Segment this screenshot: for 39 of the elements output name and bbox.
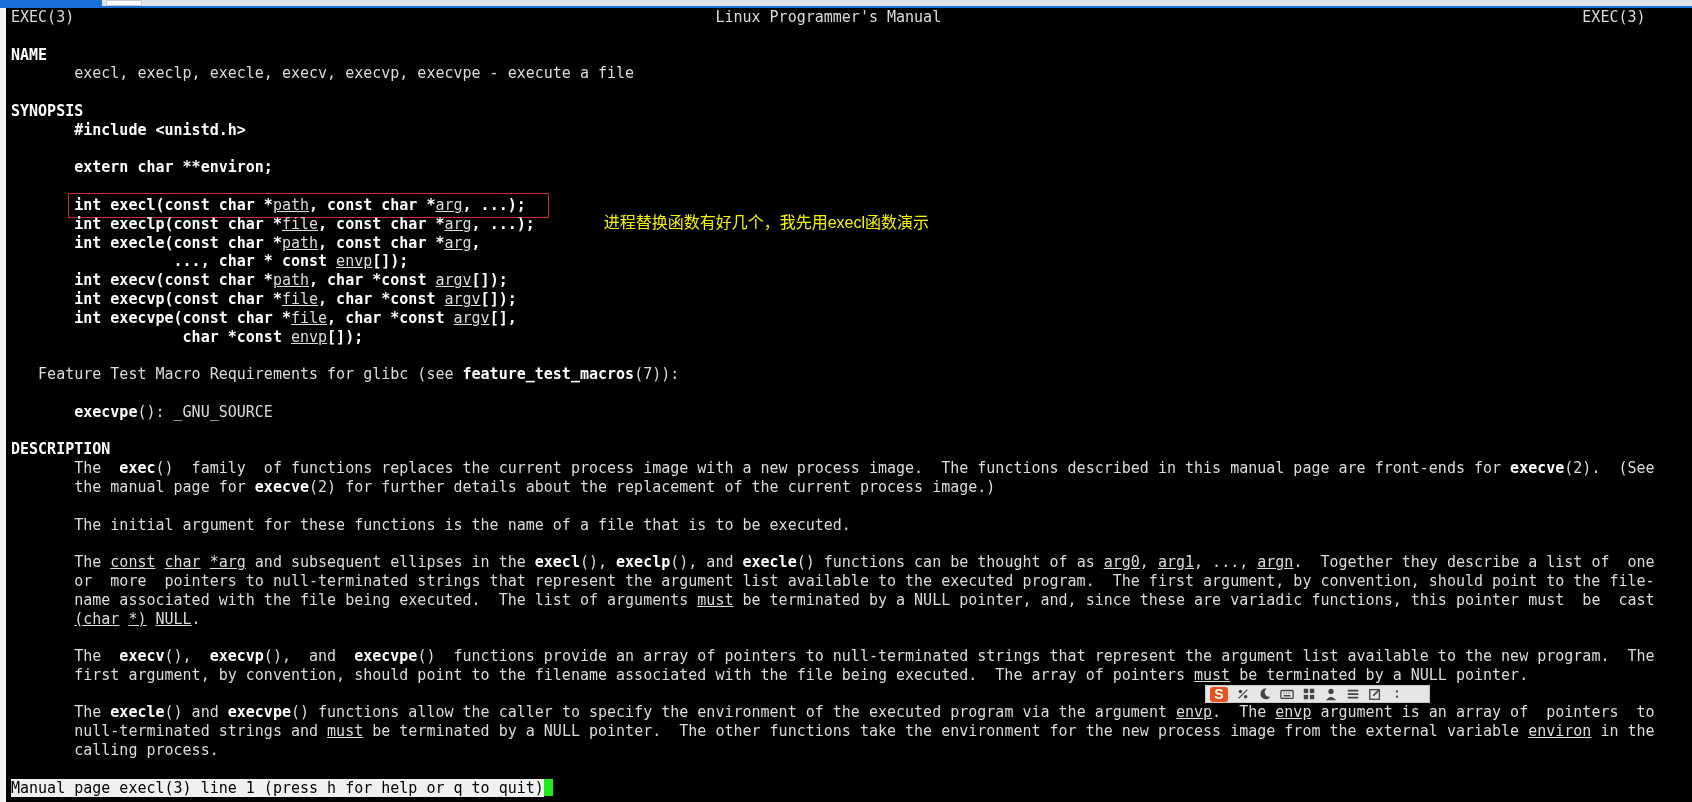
text-line: name associated with the file being executed. The list of arguments must be terminated by a NULL pointer, and, since these are variadic functions, this pointer must be cast	[74, 590, 1655, 609]
text-cursor	[543, 778, 553, 796]
text-line: The const char *arg and subsequent ellipses in the execl(), execlp(), and execle() functions can be thought of as arg0, arg1, ..., argn. Together they describe a list of one	[74, 553, 1655, 572]
code-line: #include <unistd.h>	[74, 120, 246, 139]
code-line: int execvp(const char *file, char *const argv[]);	[74, 289, 517, 308]
section-heading: SYNOPSIS	[11, 102, 84, 120]
code-line: int execv(const char *path, char *const argv[]);	[74, 271, 508, 290]
section-heading: DESCRIPTION	[11, 440, 111, 459]
text-line: null-terminated strings and must be terminated by a NULL pointer. The other functions take the environment for the new process image from the external variable environ in the	[74, 722, 1655, 741]
text-line: The execv(), execvp(), and execvpe() functions provide an array of pointers to null-terminated strings that represent the argument list available to the new program. The	[74, 647, 1655, 666]
grid-icon[interactable]	[1302, 687, 1316, 701]
edit-icon[interactable]	[1368, 687, 1382, 701]
code-line: int execle(const char *path, const char *arg,	[74, 233, 481, 252]
code-line: extern char **environ;	[74, 158, 273, 177]
text-line: or more pointers to null-terminated strings that represent the argument list available to the executed program. The first argument, by convention, should point to the file-	[74, 571, 1655, 590]
text-line: The initial argument for these functions is the name of a file that is to be executed.	[74, 515, 851, 534]
code-line: ..., char * const envp[]);	[172, 252, 409, 271]
text-line: calling process.	[74, 741, 219, 760]
text-line: Feature Test Macro Requirements for glibc (see feature_test_macros(7)):	[38, 365, 680, 384]
text-line: The execle() and execvpe() functions allow the caller to specify the environment of the executed program via the argument envp. The envp argument is an array of pointers to	[74, 703, 1655, 722]
annotation-note: 进程替换函数有好几个，我先用execl函数演示	[603, 213, 929, 233]
text-line: (char *) NULL.	[74, 609, 201, 628]
keyboard-icon[interactable]	[1280, 687, 1294, 701]
text-line: first argument, by convention, should point to the filename associated with the file being executed. The array of pointers must be terminated by a NULL pointer.	[74, 665, 1529, 684]
manual-title: Linux Programmer's Manual	[715, 8, 942, 27]
text-line: execl, execlp, execle, execv, execvp, execvpe - execute a file	[74, 64, 635, 83]
text-line: execvpe(): _GNU_SOURCE	[74, 402, 273, 421]
code-line: char *const envp[]);	[181, 327, 364, 346]
section-heading: NAME	[11, 45, 48, 64]
menu-icon[interactable]	[1346, 687, 1360, 701]
punctuation-icon[interactable]	[1236, 687, 1250, 701]
user-icon[interactable]	[1324, 687, 1338, 701]
text-line: The exec() family of functions replaces the current process image with a new process image. The functions described in this manual page are front-ends for execve(2). (See	[74, 459, 1655, 478]
moon-icon[interactable]	[1258, 687, 1272, 701]
code-line: int execvpe(const char *file, char *const argv[],	[74, 308, 517, 327]
page-title: EXEC(3)	[1582, 8, 1646, 27]
text-line: the manual page for execve(2) for further details about the replacement of the current process image.)	[74, 477, 996, 496]
page-title: EXEC(3)	[11, 8, 75, 27]
logo-icon[interactable]: S	[1210, 686, 1228, 702]
